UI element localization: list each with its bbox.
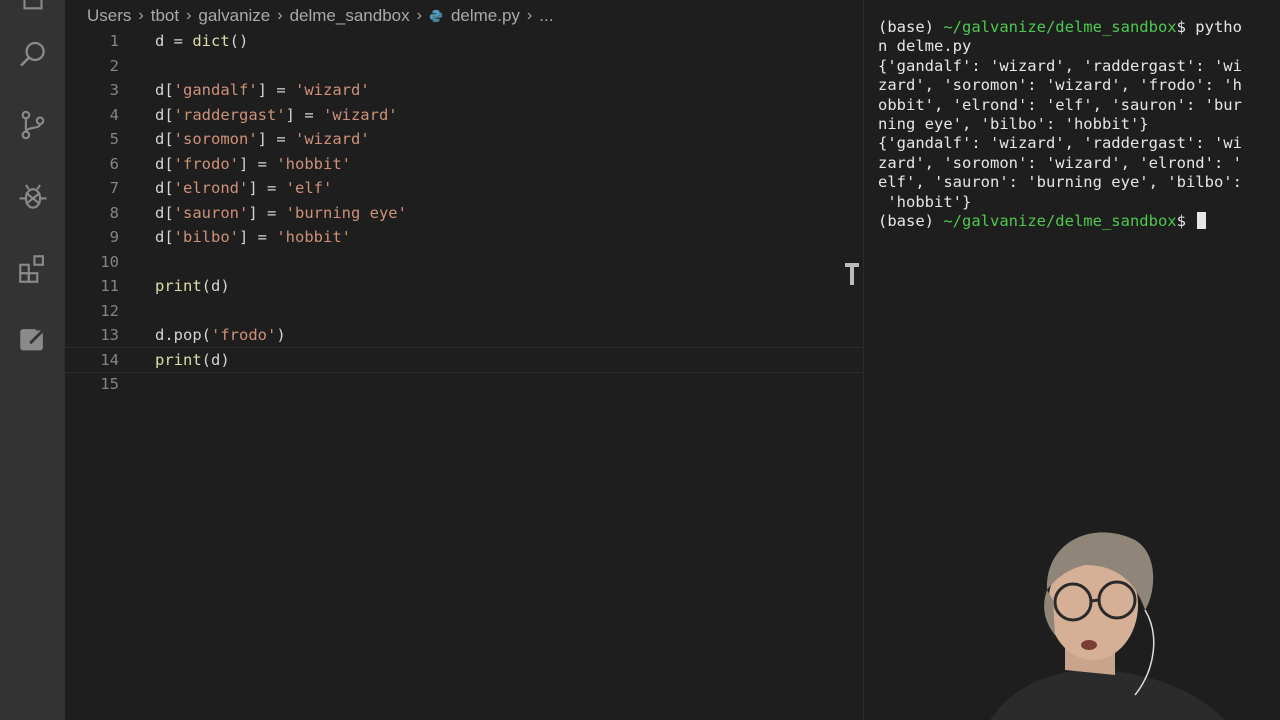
line-number: 9 [109,228,119,246]
terminal-text: {'gandalf': 'wizard', 'raddergast': 'wi [878,56,1242,75]
chevron-right-icon: › [277,7,283,24]
line-number: 13 [100,326,119,344]
source-control-icon[interactable] [14,106,52,144]
code-line[interactable]: 1 d = dict() [65,29,863,54]
terminal-text: $ [1176,211,1196,230]
terminal-cursor [1197,211,1207,229]
terminal-text: $ pytho [1176,18,1242,36]
terminal-line: {'gandalf': 'wizard', 'raddergast': 'wi [878,57,1268,76]
line-number: 12 [100,301,119,320]
terminal-line: zard', 'soromon': 'wizard', 'elrond': ' [878,154,1268,173]
code-text[interactable]: d['frodo'] = 'hobbit' [155,152,351,177]
chevron-right-icon: › [138,7,144,24]
code-line[interactable]: 9 d['bilbo'] = 'hobbit' [65,225,863,250]
text-cursor-icon [845,263,859,285]
code-line[interactable]: 3 d['gandalf'] = 'wizard' [65,78,863,103]
code-line[interactable]: 11 print(d) [65,274,863,299]
terminal-output[interactable]: (base) ~/galvanize/delme_sandbox$ pytho n… [878,18,1268,231]
files-icon[interactable] [14,0,52,16]
terminal-text: 'hobbit'} [878,192,972,211]
terminal-line: {'gandalf': 'wizard', 'raddergast': 'wi [878,134,1268,153]
line-number: 5 [109,130,119,148]
breadcrumb-item-galvanize[interactable]: galvanize [198,6,270,26]
terminal-text: zard', 'soromon': 'wizard', 'frodo': 'h [878,76,1242,95]
line-number: 11 [100,277,119,295]
terminal-line: zard', 'soromon': 'wizard', 'frodo': 'h [878,76,1268,95]
code-text[interactable]: d['gandalf'] = 'wizard' [155,78,370,103]
code-text[interactable]: d['soromon'] = 'wizard' [155,127,370,152]
code-text[interactable]: d.pop('frodo') [155,323,286,348]
line-number: 3 [109,81,119,99]
terminal-line: (base) ~/galvanize/delme_sandbox$ [878,211,1268,231]
terminal-prompt-path: ~/galvanize/delme_sandbox [943,18,1177,36]
code-text[interactable]: d['elrond'] = 'elf' [155,176,332,201]
extensions-icon[interactable] [14,250,52,288]
terminal-line: (base) ~/galvanize/delme_sandbox$ pytho [878,18,1268,37]
code-line[interactable]: 6 d['frodo'] = 'hobbit' [65,152,863,177]
code-text[interactable]: print(d) [155,348,230,373]
terminal-prompt-prefix: (base) [878,211,944,230]
chevron-right-icon: › [186,7,192,24]
terminal-text: obbit', 'elrond': 'elf', 'sauron': 'bur [878,95,1242,114]
terminal-text: {'gandalf': 'wizard', 'raddergast': 'wi [878,134,1242,153]
breadcrumb-item-tbot[interactable]: tbot [151,6,179,26]
code-line[interactable]: 2 [65,54,863,79]
code-line[interactable]: 4 d['raddergast'] = 'wizard' [65,103,863,128]
code-line[interactable]: 13 d.pop('frodo') [65,323,863,348]
code-line[interactable]: 5 d['soromon'] = 'wizard' [65,127,863,152]
terminal-prompt-path: ~/galvanize/delme_sandbox [943,211,1177,230]
chevron-right-icon: › [416,7,422,24]
webcam-overlay [985,520,1280,720]
terminal-text: ning eye', 'bilbo': 'hobbit'} [878,114,1149,133]
activity-bar [0,0,65,720]
breadcrumb-item-file[interactable]: delme.py [451,6,520,26]
code-text[interactable]: d['raddergast'] = 'wizard' [155,103,398,128]
line-number: 15 [100,375,119,393]
terminal-line: n delme.py [878,37,1268,56]
breadcrumb-item-users[interactable]: Users [87,6,131,26]
terminal-line: obbit', 'elrond': 'elf', 'sauron': 'bur [878,96,1268,115]
code-line[interactable]: 15 [65,372,863,397]
terminal-text: elf', 'sauron': 'burning eye', 'bilbo': [878,173,1242,192]
code-text[interactable]: print(d) [155,274,230,299]
code-line[interactable]: 12 [65,299,863,324]
line-number: 6 [109,154,119,173]
code-line[interactable]: 10 [65,250,863,275]
search-icon[interactable] [14,36,52,74]
terminal-line: elf', 'sauron': 'burning eye', 'bilbo': [878,173,1268,192]
remote-icon[interactable] [14,320,52,358]
line-number: 2 [109,56,119,75]
python-file-icon [429,9,443,23]
line-number: 8 [109,203,119,222]
editor-pane[interactable]: Users › tbot › galvanize › delme_sandbox… [64,0,864,720]
terminal-line: 'hobbit'} [878,193,1268,212]
code-text[interactable]: d = dict() [155,29,248,54]
line-number: 14 [100,350,119,369]
breadcrumb-item-delme-sandbox[interactable]: delme_sandbox [290,6,410,26]
terminal-text: zard', 'soromon': 'wizard', 'elrond': ' [878,153,1242,172]
line-number: 1 [109,32,119,50]
code-line[interactable]: 14 print(d) [64,346,864,373]
code-text[interactable]: d['sauron'] = 'burning eye' [155,201,407,226]
chevron-right-icon: › [526,7,533,24]
terminal-text: n delme.py [878,37,972,56]
breadcrumb: Users › tbot › galvanize › delme_sandbox… [87,4,553,28]
line-number: 7 [109,179,119,197]
line-number: 10 [100,252,119,271]
line-number: 4 [109,105,119,124]
code-area[interactable]: 1 d = dict() 2 3 d['gandalf'] = 'wizard' 4 d['… [64,29,864,397]
code-line[interactable]: 7 d['elrond'] = 'elf' [65,176,863,201]
code-line[interactable]: 8 d['sauron'] = 'burning eye' [65,201,863,226]
debug-icon[interactable] [14,178,52,216]
terminal-line: ning eye', 'bilbo': 'hobbit'} [878,115,1268,134]
code-text[interactable]: d['bilbo'] = 'hobbit' [155,225,351,250]
terminal-prompt-prefix: (base) [878,18,944,36]
breadcrumb-item-more[interactable]: ... [539,6,553,26]
